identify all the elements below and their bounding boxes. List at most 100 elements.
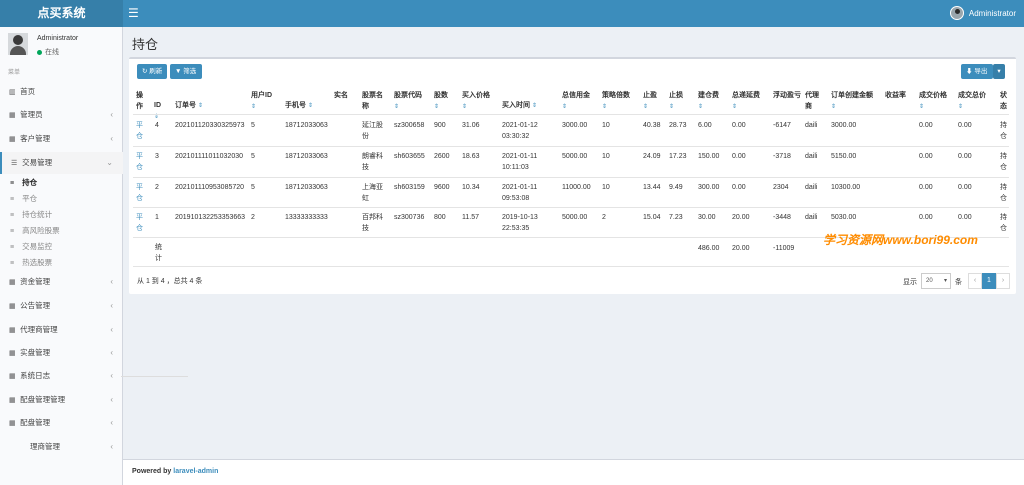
- refresh-button[interactable]: ↻ 刷新: [137, 64, 167, 79]
- sidebar-item-customers[interactable]: ▦ 客户管理 ‹: [0, 128, 123, 150]
- col-header-multiple[interactable]: 策略倍数 ⇕: [602, 90, 630, 113]
- user-menu[interactable]: Administrator: [949, 6, 1016, 20]
- sidebar-sub-closed[interactable]: ≡ 平仓: [0, 191, 123, 207]
- sort-icon[interactable]: ⇕: [602, 104, 607, 110]
- sidebar-sub-high-risk[interactable]: ≡ 高风险股票: [0, 223, 123, 239]
- col-header-deal-price[interactable]: 成交价格 ⇕: [919, 90, 947, 113]
- col-header-credit[interactable]: 总信用金 ⇕: [562, 90, 590, 113]
- sort-icon[interactable]: ⇕: [394, 104, 399, 110]
- cell-stock-name: 朗睿科技: [362, 153, 383, 171]
- sort-icon[interactable]: ⇕: [462, 104, 467, 110]
- totals-label: 统计: [155, 244, 162, 262]
- sort-icon[interactable]: ⇕: [669, 104, 674, 110]
- app-logo[interactable]: 点买系统: [0, 0, 123, 27]
- col-header-fee[interactable]: 建仓费 ⇕: [698, 90, 719, 113]
- sidebar-item-trading[interactable]: ☰ 交易管理 ⌄: [0, 152, 123, 174]
- sidebar-item-admins[interactable]: ▦ 管理员 ‹: [0, 104, 123, 126]
- sort-icon[interactable]: ⇕: [732, 104, 737, 110]
- cell-buy-time: 2021-01-11 10:11:03: [502, 153, 538, 171]
- cell-phone: 18712033063: [285, 184, 328, 191]
- sort-icon[interactable]: ⇕: [831, 104, 836, 110]
- filter-icon: ▼: [175, 68, 182, 75]
- sidebar-toggle-icon[interactable]: ☰: [128, 6, 139, 20]
- cell-buy-time: 2021-01-12 03:30:32: [502, 122, 538, 140]
- cell-order: 202101111011032030: [175, 153, 243, 160]
- sidebar-sub-stats[interactable]: ≡ 持仓统计: [0, 207, 123, 223]
- col-header-status: 状态: [1000, 92, 1007, 110]
- col-header-buy-time[interactable]: 买入时间 ⇕: [502, 100, 537, 112]
- cell-stop-loss: 9.49: [669, 184, 683, 191]
- sidebar-sub-positions[interactable]: ≡ 持仓: [0, 175, 123, 191]
- col-header-buy-price[interactable]: 买入价格 ⇕: [462, 90, 490, 113]
- refresh-icon: ↻: [142, 68, 148, 75]
- filter-button[interactable]: ▼ 筛选: [170, 64, 202, 79]
- cell-stock-code: sh603655: [394, 153, 425, 160]
- table-icon: ▦: [9, 420, 16, 427]
- col-header-deal-total[interactable]: 成交总价 ⇕: [958, 90, 986, 113]
- chevron-left-icon: ‹: [110, 418, 113, 427]
- sort-icon[interactable]: ⇕: [958, 104, 963, 110]
- cell-buy-price: 11.57: [462, 214, 479, 221]
- cell-buy-price: 31.06: [462, 122, 480, 129]
- sidebar-item-allocation-admin[interactable]: ▦ 配盘管理管理 ‹: [0, 389, 123, 411]
- sidebar-item-funds[interactable]: ▦ 资金管理 ‹: [0, 271, 123, 293]
- close-position-link[interactable]: 平仓: [136, 212, 144, 234]
- sidebar-item-live[interactable]: ▦ 实盘管理 ‹: [0, 342, 123, 364]
- page-1-button[interactable]: 1: [982, 273, 996, 289]
- col-header-stock-code[interactable]: 股票代码 ⇕: [394, 90, 424, 113]
- sort-icon[interactable]: ⇕: [532, 103, 537, 109]
- sort-icon[interactable]: ⇕: [198, 103, 203, 109]
- sort-icon[interactable]: ⇕: [434, 104, 439, 110]
- sidebar-item-agency[interactable]: 理商管理 ‹: [0, 436, 123, 458]
- sort-icon[interactable]: ⇕: [308, 103, 313, 109]
- cell-uid: 2: [251, 214, 255, 221]
- cell-deal-total: 0.00: [958, 122, 972, 129]
- cell-phone: 13333333333: [285, 214, 328, 221]
- cell-amount: 5150.00: [831, 153, 857, 160]
- chevron-left-icon: ‹: [110, 325, 113, 334]
- cell-status: 持仓: [1000, 184, 1007, 202]
- sort-icon[interactable]: ⇕: [698, 104, 703, 110]
- col-header-phone[interactable]: 手机号 ⇕: [285, 100, 313, 112]
- user-panel: Administrator 在线: [8, 33, 118, 61]
- next-page-button[interactable]: ›: [996, 273, 1010, 289]
- close-position-link[interactable]: 平仓: [136, 120, 144, 142]
- col-header-amount[interactable]: 订单创建金额 ⇕: [831, 90, 873, 113]
- cell-stock-code: sh603159: [394, 184, 425, 191]
- export-dropdown-button[interactable]: ▾: [993, 64, 1005, 79]
- col-header-action: 操作: [136, 92, 143, 110]
- sort-icon[interactable]: ⇕: [562, 104, 567, 110]
- cell-credit: 3000.00: [562, 122, 588, 129]
- col-header-defer[interactable]: 总递延费 ⇕: [732, 90, 760, 113]
- sort-icon[interactable]: ⇕: [919, 104, 924, 110]
- footer-brand-link[interactable]: laravel-admin: [173, 468, 218, 475]
- sidebar-item-home[interactable]: ▥ 首页: [0, 81, 123, 103]
- footer: Powered by laravel-admin: [123, 459, 1024, 485]
- col-header-take-profit[interactable]: 止盈 ⇕: [643, 90, 657, 113]
- col-header-uid[interactable]: 用户ID ⇕: [251, 90, 272, 113]
- sort-icon[interactable]: ⇕: [643, 104, 648, 110]
- chevron-left-icon: ‹: [110, 395, 113, 404]
- sidebar-item-announcements[interactable]: ▦ 公告管理 ‹: [0, 295, 123, 317]
- sidebar-item-allocation[interactable]: ▦ 配盘管理 ‹: [0, 412, 123, 434]
- cell-uid: 5: [251, 122, 255, 129]
- cell-stock-name: 上海亚虹: [362, 184, 383, 202]
- col-header-shares[interactable]: 股数 ⇕: [434, 90, 448, 113]
- col-header-stop-loss[interactable]: 止损 ⇕: [669, 90, 683, 113]
- sidebar-sub-monitor[interactable]: ≡ 交易监控: [0, 239, 123, 255]
- export-button[interactable]: ⬇ 导出: [961, 64, 993, 79]
- sidebar-item-agents[interactable]: ▦ 代理商管理 ‹: [0, 319, 123, 341]
- cell-multiple: 10: [602, 184, 610, 191]
- per-page-select[interactable]: 20 ▾: [921, 273, 951, 289]
- sidebar-sub-hot[interactable]: ≡ 热选股票: [0, 255, 123, 271]
- cell-deal-total: 0.00: [958, 214, 972, 221]
- close-position-link[interactable]: 平仓: [136, 182, 144, 204]
- prev-page-button[interactable]: ‹: [968, 273, 982, 289]
- bars-icon: ≡: [10, 228, 15, 235]
- cell-shares: 2600: [434, 153, 450, 160]
- cell-stock-name: 延江股份: [362, 122, 383, 140]
- sidebar-item-logs[interactable]: ▦ 系统日志 ‹: [0, 365, 123, 387]
- col-header-order[interactable]: 订单号 ⇕: [175, 100, 203, 112]
- sort-icon[interactable]: ⇕: [251, 104, 256, 110]
- close-position-link[interactable]: 平仓: [136, 151, 144, 173]
